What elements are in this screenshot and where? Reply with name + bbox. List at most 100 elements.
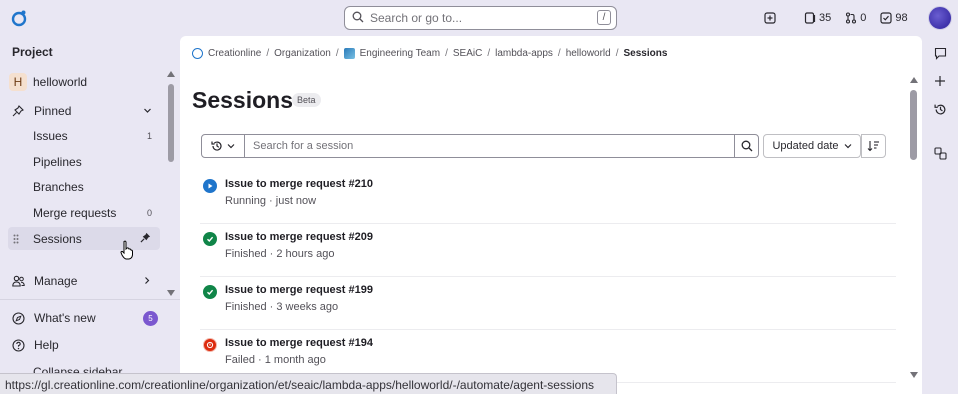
project-avatar: H [9, 72, 27, 91]
sort-label: Updated date [772, 140, 839, 152]
users-icon [11, 275, 25, 287]
sort-direction-button[interactable] [861, 134, 886, 158]
session-search-input[interactable] [245, 135, 734, 157]
sidebar-item-branches[interactable]: Branches [8, 176, 160, 198]
pin-icon [11, 105, 25, 117]
search-placeholder: Search or go to... [370, 11, 463, 25]
main-content: Creationline / Organization / Engineerin… [180, 36, 922, 394]
list-item[interactable]: Issue to merge request #209 Finished · 2… [200, 224, 896, 277]
whats-new-badge: 5 [143, 310, 158, 326]
session-title[interactable]: Issue to merge request #194 [225, 337, 373, 349]
user-avatar[interactable] [928, 6, 952, 30]
whats-new-label: What's new [34, 311, 96, 325]
sidebar-pinned-toggle[interactable]: Pinned [8, 100, 160, 122]
filter-search-button[interactable] [734, 135, 758, 157]
manage-label: Manage [34, 274, 78, 288]
help-button[interactable]: Help [8, 334, 160, 356]
session-meta: Finished · 2 hours ago [225, 248, 335, 260]
session-list: Issue to merge request #210 Running · ju… [200, 171, 896, 383]
session-filter-bar [201, 134, 759, 158]
sort-lowest-icon [867, 141, 879, 152]
issues-count: 35 [819, 12, 832, 24]
scroll-down-arrow-icon [167, 290, 175, 296]
list-item[interactable]: Issue to merge request #199 Finished · 3… [200, 277, 896, 330]
pinned-label: Pinned [34, 104, 72, 118]
search-icon [352, 11, 364, 26]
chevron-down-icon [143, 104, 152, 118]
history-icon [211, 141, 222, 151]
sessions-icon[interactable] [930, 144, 950, 162]
todo-count: 98 [895, 12, 908, 24]
sidebar-item-label: Branches [33, 180, 84, 194]
recent-searches-button[interactable] [202, 135, 245, 157]
page-title: Sessions [192, 87, 293, 113]
chevron-down-icon [844, 144, 851, 149]
gitlab-logo-icon[interactable] [9, 8, 29, 28]
compass-icon [11, 311, 25, 325]
merge-requests-button[interactable]: 0 [845, 12, 866, 24]
link-status-bar: https://gl.creationline.com/creationline… [0, 373, 617, 394]
history-icon[interactable] [930, 100, 950, 118]
global-search-button[interactable]: Search or go to... / [344, 6, 617, 30]
sidebar-item-pipelines[interactable]: Pipelines [8, 151, 160, 173]
hand-cursor-icon [120, 240, 134, 263]
breadcrumb-item[interactable]: Creationline [208, 48, 261, 59]
project-switcher[interactable]: H helloworld [8, 71, 160, 92]
chevron-right-icon [143, 274, 151, 288]
sidebar-section-title: Project [12, 45, 53, 59]
sidebar-item-label: Merge requests [33, 206, 117, 220]
list-item[interactable]: Issue to merge request #210 Running · ju… [200, 171, 896, 224]
plus-icon[interactable] [930, 72, 950, 90]
whats-new-button[interactable]: What's new 5 [8, 307, 160, 329]
group-avatar-icon [343, 48, 355, 59]
help-label: Help [34, 338, 59, 352]
session-meta: Running · just now [225, 195, 317, 207]
scroll-down-arrow-icon [910, 372, 918, 378]
session-meta: Failed · 1 month ago [225, 354, 326, 366]
session-meta: Finished · 3 weeks ago [225, 301, 339, 313]
organization-avatar-icon [192, 48, 203, 59]
unpin-icon[interactable] [140, 232, 151, 246]
beta-badge: Beta [292, 93, 321, 107]
sidebar-item-manage[interactable]: Manage [8, 270, 160, 292]
main-scrollbar[interactable] [908, 76, 920, 380]
breadcrumb: Creationline / Organization / Engineerin… [192, 48, 667, 59]
todo-list-button[interactable]: 98 [880, 12, 908, 24]
project-name: helloworld [33, 74, 88, 89]
session-title[interactable]: Issue to merge request #210 [225, 178, 373, 190]
sidebar-item-sessions[interactable]: Sessions [8, 227, 160, 250]
status-success-icon [203, 285, 217, 299]
breadcrumb-item[interactable]: SEAiC [453, 48, 482, 59]
status-failed-icon [203, 338, 217, 352]
sidebar-scrollbar[interactable] [166, 70, 176, 300]
sort-dropdown[interactable]: Updated date [763, 134, 861, 158]
create-new-button[interactable] [764, 12, 776, 24]
assigned-issues-button[interactable]: 35 [804, 12, 831, 24]
breadcrumb-current[interactable]: Sessions [624, 48, 668, 59]
search-icon [741, 140, 752, 152]
chat-icon[interactable] [930, 44, 950, 62]
scroll-up-arrow-icon [167, 71, 175, 77]
sidebar-item-label: Pipelines [33, 155, 82, 169]
status-success-icon [203, 232, 217, 246]
breadcrumb-item[interactable]: Engineering Team [360, 48, 440, 59]
scroll-up-arrow-icon [910, 77, 918, 83]
sidebar-divider [0, 299, 180, 300]
sidebar-item-count: 0 [146, 208, 152, 218]
sidebar-item-issues[interactable]: Issues 1 [8, 125, 160, 147]
session-title[interactable]: Issue to merge request #199 [225, 284, 373, 296]
todo-check-icon [880, 12, 892, 24]
breadcrumb-item[interactable]: Organization [274, 48, 331, 59]
sidebar-item-label: Issues [33, 129, 68, 143]
breadcrumb-item[interactable]: helloworld [566, 48, 611, 59]
session-title[interactable]: Issue to merge request #209 [225, 231, 373, 243]
breadcrumb-item[interactable]: lambda-apps [495, 48, 553, 59]
plus-square-icon [764, 12, 776, 24]
right-rail [929, 44, 951, 162]
question-icon [11, 338, 25, 352]
merge-request-icon [846, 12, 857, 24]
chevron-down-icon [227, 144, 235, 149]
sidebar-item-merge-requests[interactable]: Merge requests 0 [8, 202, 160, 224]
drag-handle-icon[interactable] [13, 233, 19, 247]
search-shortcut-key: / [597, 10, 611, 25]
